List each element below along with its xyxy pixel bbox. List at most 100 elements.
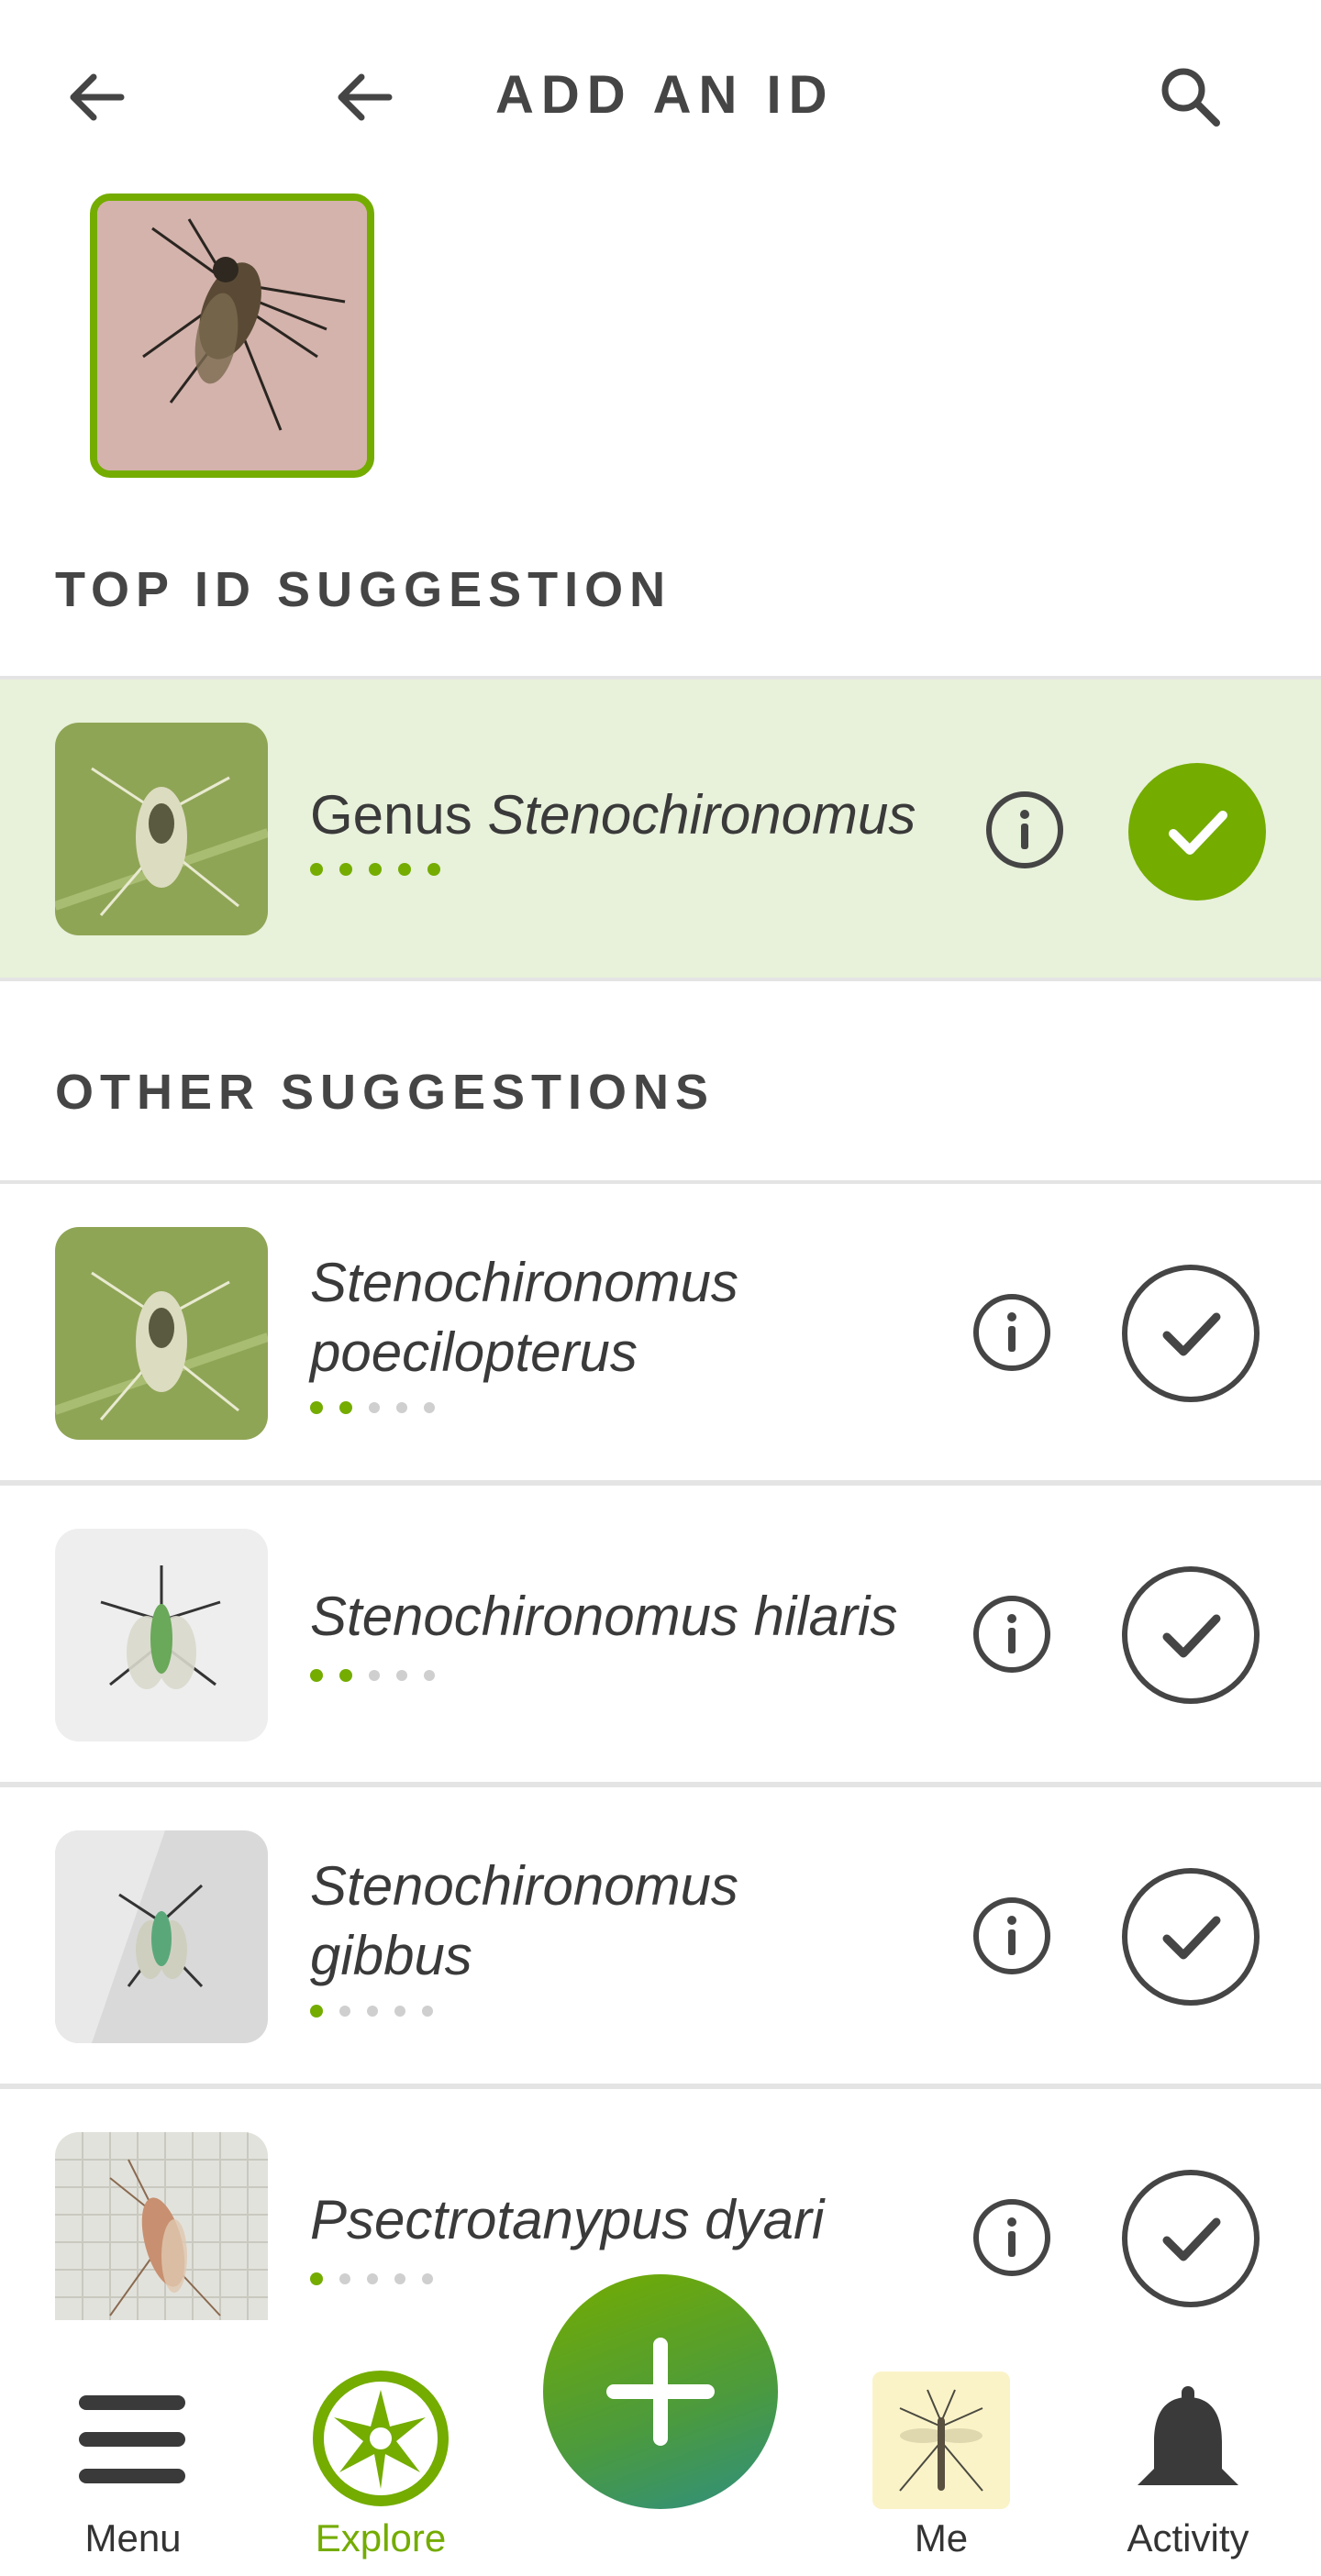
taxon-name-line1: Psectrotanypus dyari [310,2189,825,2250]
stenochironomus-photo-image [55,723,268,935]
plus-icon [606,2338,715,2446]
top-suggestion-heading: TOP ID SUGGESTION [55,562,672,617]
taxon-name-line1: Stenochironomus hilaris [310,1586,898,1647]
taxon-name: Stenochironomus gibbus [310,1852,738,1991]
checkmark-icon [1162,1614,1221,1658]
confidence-dot [339,1669,352,1682]
midge-photo-image [97,201,367,470]
info-icon [1007,1312,1016,1352]
confidence-dots [310,2005,433,2018]
mosquito-illustration-image [899,2389,983,2492]
search-button[interactable] [1147,53,1235,141]
divider [0,978,1321,981]
confidence-dot [369,1670,380,1681]
confidence-dot [422,2273,433,2284]
select-taxon-button[interactable] [1122,1265,1260,1402]
confidence-dot [310,1401,323,1414]
back-arrow-icon [70,73,125,121]
taxon-thumbnail [55,2132,268,2345]
info-button[interactable] [973,1897,1050,1974]
taxon-name: Genus Stenochironomus [310,780,916,850]
bell-icon [1138,2386,1238,2485]
select-taxon-button[interactable] [1122,1868,1260,2006]
confidence-dot [367,2006,378,2017]
psectrotanypus-photo-image [55,2132,268,2345]
confidence-dot [398,863,411,876]
info-button[interactable] [986,791,1063,868]
observation-photo[interactable] [90,193,374,478]
info-icon [1007,1614,1016,1653]
select-taxon-button[interactable] [1128,763,1266,901]
info-button[interactable] [973,1294,1050,1371]
stenochironomus-photo-image [55,1227,268,1440]
confidence-dot [396,1402,407,1413]
taxon-rank: Genus [310,784,472,846]
info-button[interactable] [973,2199,1050,2276]
nav-activity[interactable]: Activity [1078,2320,1298,2576]
nav-explore-label: Explore [315,2516,447,2559]
user-avatar [872,2371,1010,2509]
back-button[interactable] [53,53,141,141]
confidence-dot [310,1669,323,1682]
page-title: ADD AN ID [495,65,835,125]
confidence-dot [427,863,440,876]
info-button[interactable] [973,1596,1050,1673]
taxon-name-line1: Stenochironomus [310,1855,738,1917]
select-taxon-button[interactable] [1122,2170,1260,2307]
suggestion-row[interactable]: Stenochironomus gibbus [0,1787,1321,2085]
confidence-dot [394,2006,405,2017]
taxon-genus: Stenochironomus [487,784,916,846]
confidence-dots [310,1669,435,1682]
nav-menu-label: Menu [84,2516,182,2559]
confidence-dot [339,1401,352,1414]
stenochironomus-hilaris-photo-image [55,1529,268,1741]
back-arrow-icon [338,73,393,121]
confidence-dot [339,2006,350,2017]
taxon-name-line2: gibbus [310,1925,472,1986]
select-taxon-button[interactable] [1122,1566,1260,1704]
confidence-dot [424,1670,435,1681]
top-suggestion-row[interactable]: Genus Stenochironomus [0,680,1321,978]
confidence-dot [367,2273,378,2284]
confidence-dot [310,2272,323,2285]
confidence-dot [394,2273,405,2284]
checkmark-icon [1162,1916,1221,1960]
taxon-name-line2: poecilopterus [310,1321,638,1383]
secondary-back-button[interactable] [321,53,409,141]
info-icon [1007,2217,1016,2257]
suggestion-row[interactable]: Stenochironomus poecilopterus [0,1184,1321,1482]
taxon-thumbnail [55,723,268,935]
confidence-dot [422,2006,433,2017]
confidence-dot [396,1670,407,1681]
taxon-name-line1: Stenochironomus [310,1252,738,1313]
confidence-dot [424,1402,435,1413]
search-icon [1161,68,1220,127]
bottom-nav: Menu Explore Me Activity [0,2274,1321,2576]
confidence-dots [310,863,440,876]
checkmark-icon [1162,1312,1221,1356]
nav-menu[interactable]: Menu [23,2320,243,2576]
info-icon [1007,1916,1016,1955]
taxon-name: Stenochironomus poecilopterus [310,1248,738,1388]
nav-me[interactable]: Me [831,2320,1051,2576]
confidence-dot [369,1402,380,1413]
other-suggestions-heading: OTHER SUGGESTIONS [55,1065,716,1120]
confidence-dots [310,1401,435,1414]
confidence-dot [310,863,323,876]
explore-compass-icon [313,2371,449,2506]
taxon-thumbnail [55,1529,268,1741]
checkmark-icon [1162,2217,1221,2261]
menu-icon [79,2395,185,2483]
taxon-name: Psectrotanypus dyari [310,2185,824,2255]
suggestion-row[interactable]: Stenochironomus hilaris [0,1486,1321,1784]
taxon-thumbnail [55,1830,268,2043]
add-observation-button[interactable] [543,2274,778,2509]
confidence-dot [310,2005,323,2018]
info-icon [1020,810,1029,849]
checkmark-icon [1169,811,1227,855]
confidence-dots [310,2272,433,2285]
nav-activity-label: Activity [1127,2516,1249,2559]
nav-explore[interactable]: Explore [271,2320,491,2576]
confidence-dot [339,2273,350,2284]
confidence-dot [369,863,382,876]
